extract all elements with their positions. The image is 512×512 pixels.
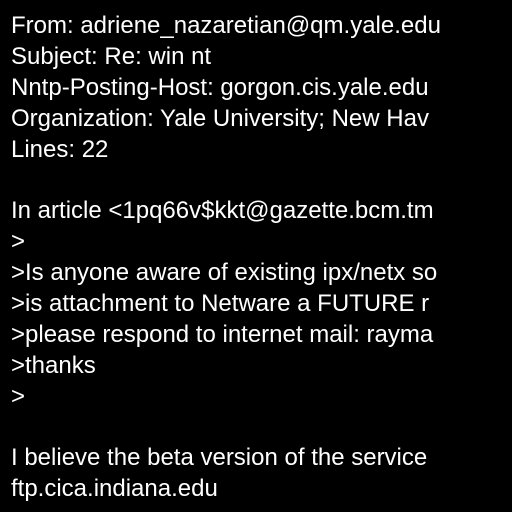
quoted-line: >please respond to internet mail: rayma <box>11 320 434 348</box>
message-body: From: adriene_nazaretian@qm.yale.edu Sub… <box>0 0 512 505</box>
header-nntp-posting-host: Nntp-Posting-Host: gorgon.cis.yale.edu <box>11 73 429 101</box>
quoted-line: >Is anyone aware of existing ipx/netx so <box>11 259 438 287</box>
body-line: ftp.cica.indiana.edu <box>11 475 218 503</box>
header-organization: Organization: Yale University; New Hav <box>11 104 429 132</box>
header-subject: Subject: Re: win nt <box>11 42 212 70</box>
quoted-line: > <box>11 228 26 256</box>
body-line: In article <1pq66v$kkt@gazette.bcm.tm <box>11 197 434 225</box>
header-lines: Lines: 22 <box>11 135 109 163</box>
body-line: I believe the beta version of the servic… <box>11 444 428 472</box>
quoted-line: >thanks <box>11 351 96 379</box>
header-from: From: adriene_nazaretian@qm.yale.edu <box>11 12 441 39</box>
quoted-line: >is attachment to Netware a FUTURE r <box>11 290 430 318</box>
quoted-line: > <box>11 382 26 410</box>
